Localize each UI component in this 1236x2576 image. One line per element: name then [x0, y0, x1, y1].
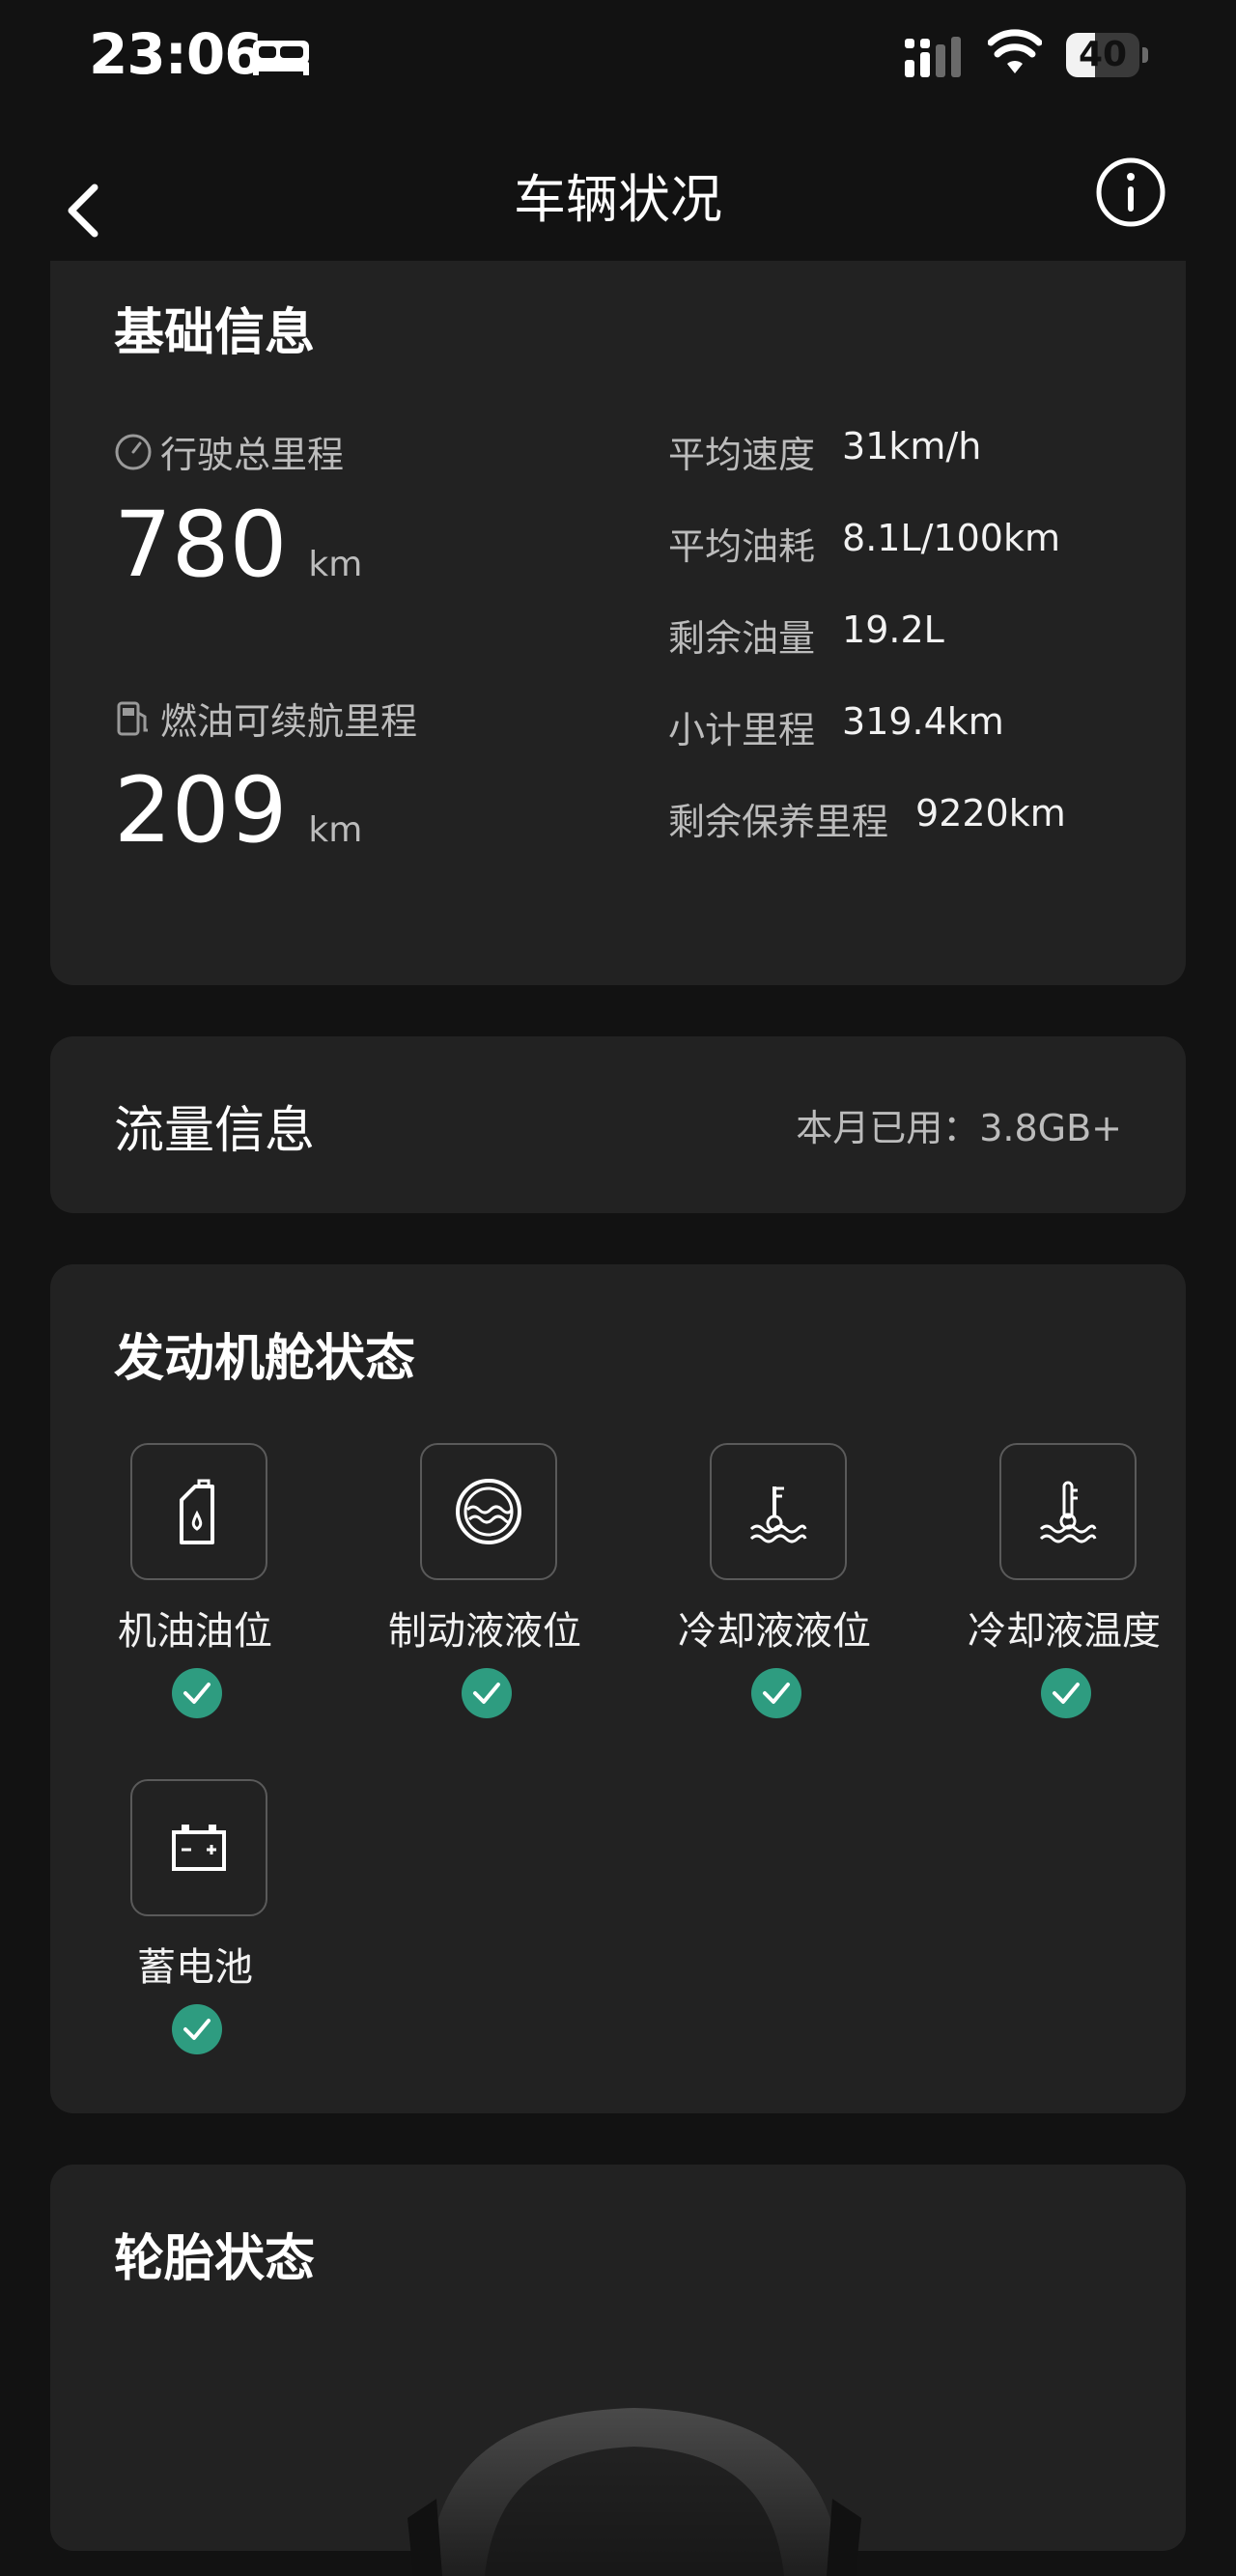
engine-status-card: 发动机舱状态 机油油位 制动液液位 冷却液液位 冷却液温度 蓄电池: [50, 1264, 1186, 2113]
engine-item-brake-fluid[interactable]: 制动液液位: [340, 1443, 630, 1771]
tire-status-title: 轮胎状态: [114, 2230, 316, 2288]
total-mileage-value: 780 km: [114, 493, 363, 598]
status-ok-icon: [1041, 1668, 1091, 1718]
page-title: 车辆状况: [514, 169, 722, 230]
engine-item-coolant-temp[interactable]: 冷却液温度: [919, 1443, 1209, 1771]
data-usage-title: 流量信息: [114, 1102, 316, 1160]
battery-icon: [172, 1825, 226, 1871]
status-time: 23:06: [89, 21, 264, 87]
total-mileage-label: 行驶总里程: [114, 425, 344, 478]
sleep-focus-icon: [253, 41, 309, 75]
fuel-range-value: 209 km: [114, 758, 363, 863]
data-usage-value: 本月已用：3.8GB+: [796, 1107, 1122, 1149]
data-usage-card[interactable]: 流量信息 本月已用：3.8GB+: [50, 1036, 1186, 1213]
status-bar: 23:06 40: [0, 0, 1236, 116]
stat-avg-fuel-consumption: 平均油耗 8.1L/100km: [668, 517, 1060, 568]
engine-item-battery[interactable]: 蓄电池: [50, 1779, 340, 2108]
status-ok-icon: [462, 1668, 512, 1718]
cellular-signal-icon: [905, 37, 961, 77]
status-ok-icon: [172, 2004, 222, 2054]
engine-item-coolant-level[interactable]: 冷却液液位: [630, 1443, 919, 1771]
basic-info-title: 基础信息: [114, 304, 316, 362]
stat-trip-mileage: 小计里程 319.4km: [668, 700, 1004, 751]
stat-avg-speed: 平均速度 31km/h: [668, 425, 982, 476]
status-ok-icon: [172, 1668, 222, 1718]
battery-indicator: 40: [1066, 33, 1149, 77]
engine-status-title: 发动机舱状态: [114, 1330, 416, 1388]
fuel-range-label: 燃油可续航里程: [114, 692, 417, 745]
status-ok-icon: [751, 1668, 801, 1718]
wifi-icon: [988, 29, 1042, 73]
info-circle-icon[interactable]: [1095, 156, 1166, 228]
coolant-temp-icon: [1039, 1481, 1097, 1543]
nav-bar: 车辆状况: [0, 116, 1236, 261]
car-top-view-image: [407, 2408, 861, 2576]
engine-item-oil[interactable]: 机油油位: [50, 1443, 340, 1771]
oil-can-icon: [180, 1479, 214, 1544]
coolant-level-icon: [749, 1486, 807, 1543]
fuel-pump-icon: [117, 701, 148, 735]
stat-remaining-fuel: 剩余油量 19.2L: [668, 609, 944, 660]
tire-status-card: 轮胎状态: [50, 2165, 1186, 2576]
odometer-icon: [115, 434, 152, 469]
stat-maintenance-mileage: 剩余保养里程 9220km: [668, 792, 1066, 843]
brake-fluid-icon: [456, 1479, 521, 1544]
basic-info-card: 基础信息 行驶总里程 780 km 燃油可续航里程 209 km 平均速度 31km/…: [50, 261, 1186, 985]
battery-percent: 40: [1078, 35, 1128, 74]
